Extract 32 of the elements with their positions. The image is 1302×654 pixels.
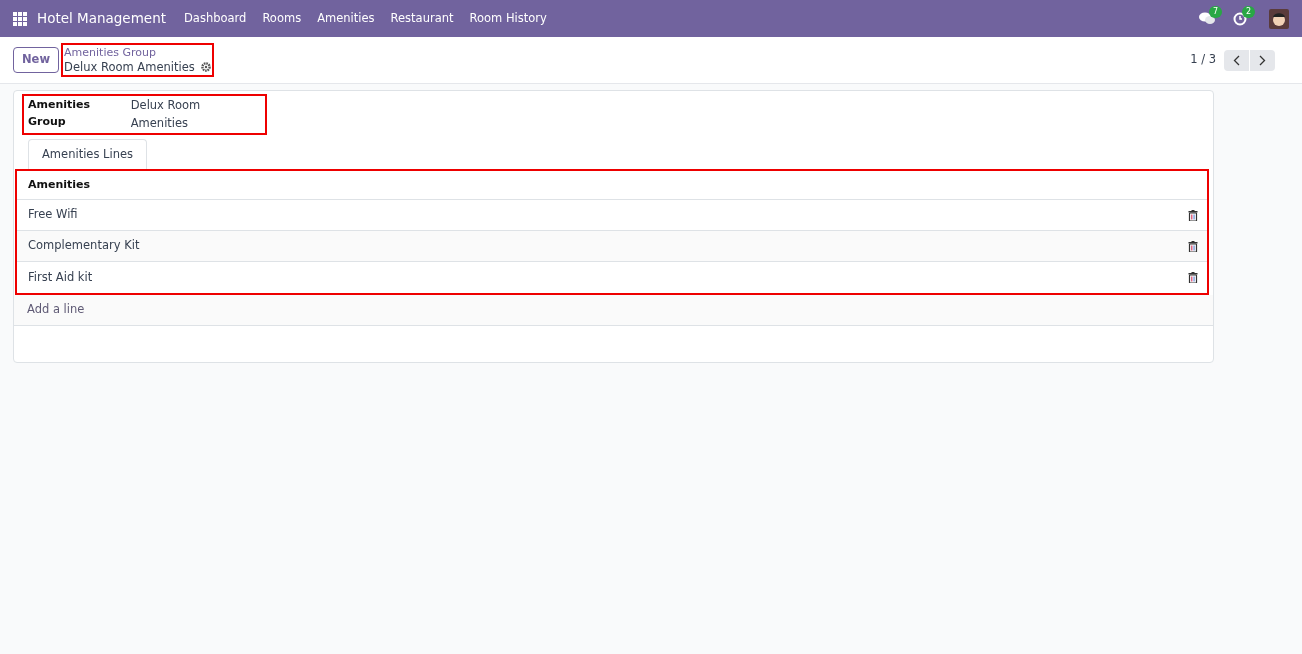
- previous-button[interactable]: [1224, 49, 1249, 71]
- column-header: Amenities: [28, 176, 91, 193]
- app-name[interactable]: Hotel Management: [37, 8, 166, 29]
- app-grid-icon[interactable]: [13, 11, 27, 26]
- next-button[interactable]: [1250, 49, 1275, 71]
- tab[interactable]: Amenities Lines: [28, 139, 147, 169]
- field-value[interactable]: Delux Room Amenities: [130, 97, 261, 132]
- record-name: Delux Room Amenities: [64, 60, 195, 74]
- menu-item[interactable]: Rooms: [254, 9, 310, 28]
- field-label: Amenities Group: [28, 97, 92, 130]
- menu-item[interactable]: Room History: [461, 9, 555, 28]
- menu-item[interactable]: Amenities: [309, 9, 383, 28]
- table-row[interactable]: Complementary Kit: [17, 231, 1207, 262]
- menu-item[interactable]: Dashboard: [176, 9, 255, 28]
- chevron-right-icon: [1259, 54, 1266, 66]
- message-count-badge: 7: [1209, 6, 1223, 18]
- gear-icon[interactable]: [200, 62, 211, 72]
- avatar[interactable]: [1269, 8, 1289, 29]
- menu-item[interactable]: Restaurant: [382, 9, 462, 28]
- breadcrumb-link[interactable]: Amenities Group: [64, 46, 211, 60]
- pager-value[interactable]: 1 / 3: [1190, 51, 1216, 69]
- trash-icon[interactable]: [1188, 272, 1198, 283]
- table-cell-text: Free Wifi: [28, 206, 79, 224]
- clock-icon[interactable]: [1233, 11, 1247, 26]
- table-cell-text: Complementary Kit: [28, 237, 141, 255]
- trash-icon[interactable]: [1188, 240, 1198, 252]
- trash-icon[interactable]: [1188, 209, 1198, 221]
- table-cell-text: First Aid kit: [28, 268, 94, 286]
- activity-count-badge: 2: [1242, 5, 1256, 18]
- new-button[interactable]: New: [13, 47, 60, 73]
- add-line-link[interactable]: Add a line: [27, 301, 85, 319]
- chevron-left-icon: [1233, 54, 1240, 66]
